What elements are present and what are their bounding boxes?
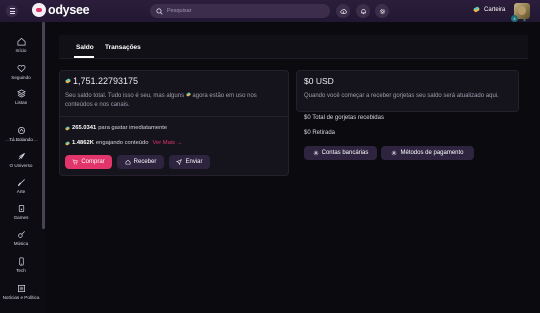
payment-methods-label: Métodos de pagamento xyxy=(400,150,464,156)
receive-button[interactable]: Receber xyxy=(117,155,164,169)
wallet-label: Carteira xyxy=(484,6,506,13)
lbc-coin-icon xyxy=(65,78,71,84)
sidebar: Início Seguindo Listas Tá Bolando O Univ… xyxy=(0,22,45,313)
home-icon xyxy=(17,37,25,46)
sidebar-item-label: Tá Bolando xyxy=(9,137,33,142)
buy-label: Comprar xyxy=(81,159,105,165)
wallet-button[interactable]: Carteira xyxy=(473,6,505,13)
sidebar-item-trending[interactable]: Tá Bolando xyxy=(0,126,42,142)
cart-icon xyxy=(72,159,79,165)
engaged-label: engajando conteúdo xyxy=(95,140,149,146)
odysee-logo-icon xyxy=(32,3,46,17)
phone-icon xyxy=(18,257,24,266)
sidebar-item-label: Notícias e Política xyxy=(2,295,40,300)
rocket-icon xyxy=(18,153,25,160)
sidebar-item-label: Tech xyxy=(16,268,26,273)
menu-line xyxy=(9,8,15,9)
send-label: Enviar xyxy=(185,159,203,165)
guitar-icon xyxy=(17,231,25,238)
sidebar-item-label: Seguindo xyxy=(11,75,31,80)
sidebar-item-news[interactable]: Notícias e Política xyxy=(0,284,42,300)
menu-line xyxy=(9,13,15,14)
sidebar-item-music[interactable]: Música xyxy=(0,230,42,246)
lbc-coin-icon xyxy=(65,126,70,130)
sidebar-item-label: Música xyxy=(13,241,29,246)
see-more-link[interactable]: Ver Mais → xyxy=(152,140,182,146)
brush-icon xyxy=(17,179,25,187)
receive-label: Receber xyxy=(133,159,157,165)
balance-card: 1,751.22793175 Seu saldo total. Tudo iss… xyxy=(59,70,289,176)
lbc-coin-icon xyxy=(186,92,191,97)
notifications-button[interactable] xyxy=(356,4,370,18)
sidebar-item-label: Listas xyxy=(14,100,27,105)
buy-button[interactable]: Comprar xyxy=(65,155,112,169)
total-balance-amount: 1,751.22793175 xyxy=(73,76,139,86)
usd-balance-card: $0 USD Quando você começar a receber gor… xyxy=(296,70,519,112)
tab-transactions[interactable]: Transações xyxy=(105,44,141,51)
sidebar-item-art[interactable]: Arte xyxy=(0,178,42,194)
receive-icon xyxy=(125,159,131,165)
trending-icon xyxy=(17,126,25,135)
upload-button[interactable] xyxy=(336,4,350,18)
gear-icon xyxy=(313,150,318,156)
sidebar-item-label: O Universo xyxy=(9,163,33,168)
cloud-upload-icon xyxy=(339,8,347,14)
wallet-tabs: Saldo Transações xyxy=(59,35,528,59)
gear-icon xyxy=(392,150,397,156)
sidebar-item-home[interactable]: Início xyxy=(0,37,42,53)
heart-icon xyxy=(17,65,25,73)
balance-description-part2: agora estão em uso nos xyxy=(192,93,257,99)
balance-description: Seu saldo total. Tudo isso é seu, mas al… xyxy=(65,92,285,110)
sidebar-item-games[interactable]: Games xyxy=(0,204,42,220)
lbc-coin-icon xyxy=(65,141,70,145)
notification-badge: 4 xyxy=(511,15,518,22)
menu-line xyxy=(9,10,15,12)
withdrawn-amount: $0 Retirada xyxy=(304,130,336,136)
gear-icon xyxy=(379,8,385,14)
sidebar-item-following[interactable]: Seguindo xyxy=(0,64,42,80)
news-icon xyxy=(17,284,25,293)
tips-received: $0 Total de gorjetas recebidas xyxy=(304,115,384,121)
total-balance: 1,751.22793175 xyxy=(65,76,138,86)
sidebar-item-label: Início xyxy=(15,48,27,53)
balance-description-part1: Seu saldo total. Tudo isso é seu, mas al… xyxy=(65,93,185,99)
send-button[interactable]: Enviar xyxy=(169,155,210,169)
bank-accounts-button[interactable]: Contas bancárias xyxy=(304,146,377,160)
spendable-label: para gastar imediatamente xyxy=(98,125,168,131)
layers-icon xyxy=(16,89,26,98)
card-divider xyxy=(60,116,288,117)
sidebar-item-tech[interactable]: Tech xyxy=(0,257,42,273)
engaged-balance: 1.4862K engajando conteúdo Ver Mais → xyxy=(65,140,182,146)
odysee-logo[interactable]: odysee xyxy=(32,3,90,17)
bank-accounts-label: Contas bancárias xyxy=(321,150,369,156)
settings-button[interactable] xyxy=(375,4,389,18)
payment-methods-button[interactable]: Métodos de pagamento xyxy=(381,146,474,160)
balance-description-line2: conteúdos e nos canais. xyxy=(65,102,130,108)
bell-icon xyxy=(360,8,366,14)
top-bar: odysee Pesquisar Carteira 4 × xyxy=(0,0,540,24)
engaged-amount: 1.4862K xyxy=(72,140,94,146)
search-placeholder: Pesquisar xyxy=(167,8,192,14)
active-tab-indicator xyxy=(74,56,94,58)
sidebar-item-label: Arte xyxy=(16,189,26,194)
search-icon xyxy=(156,7,163,15)
lbc-coin-icon xyxy=(473,6,480,13)
sidebar-item-lists[interactable]: Listas xyxy=(0,89,42,105)
logo-text: odysee xyxy=(48,3,90,17)
search-input[interactable]: Pesquisar xyxy=(150,4,330,18)
gamepad-icon xyxy=(18,204,24,213)
tab-balance[interactable]: Saldo xyxy=(76,44,94,51)
sidebar-item-label: Games xyxy=(13,215,29,220)
spendable-balance: 265.0341 para gastar imediatamente xyxy=(65,125,167,131)
send-icon xyxy=(176,159,183,165)
usd-description: Quando você começar a receber gorjetas s… xyxy=(304,93,499,99)
spendable-amount: 265.0341 xyxy=(72,125,97,131)
menu-button[interactable] xyxy=(6,5,18,17)
sidebar-item-universe[interactable]: O Universo xyxy=(0,152,42,168)
usd-total: $0 USD xyxy=(304,76,334,86)
